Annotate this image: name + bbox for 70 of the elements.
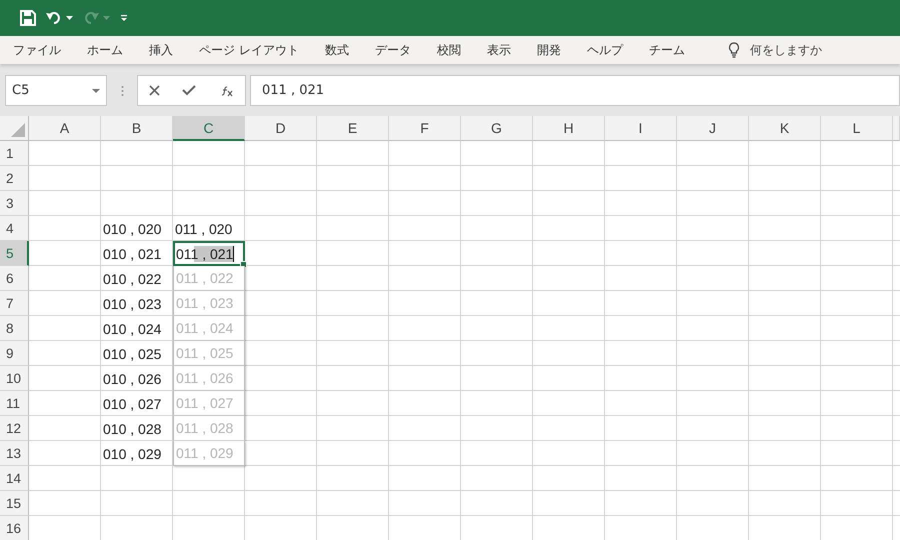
formula-field[interactable]: 011 , 021 bbox=[250, 75, 900, 106]
row-header[interactable]: 13 bbox=[0, 441, 29, 466]
column-header[interactable]: J bbox=[677, 116, 749, 141]
column-header[interactable]: I bbox=[605, 116, 677, 141]
flash-fill-preview: 011 , 027 bbox=[173, 391, 245, 416]
ribbon-tab[interactable]: 開発 bbox=[528, 36, 570, 64]
undo-icon[interactable] bbox=[46, 11, 62, 25]
row-header[interactable]: 16 bbox=[0, 516, 29, 540]
column-header[interactable]: A bbox=[29, 116, 101, 141]
row-header[interactable]: 15 bbox=[0, 491, 29, 516]
table-cell-text: 010 , 025 bbox=[102, 344, 162, 364]
ribbon-tab[interactable]: 表示 bbox=[478, 36, 520, 64]
table-cell-text: 010 , 028 bbox=[102, 420, 162, 438]
customize-icon[interactable] bbox=[120, 14, 128, 22]
row-header[interactable]: 9 bbox=[0, 341, 29, 366]
flash-fill-preview: 011 , 025 bbox=[173, 341, 245, 366]
flash-fill-preview: 011 , 022 bbox=[173, 266, 245, 291]
caret-icon[interactable] bbox=[66, 16, 73, 20]
table-cell-text: 010 , 023 bbox=[102, 294, 162, 314]
column-header[interactable]: H bbox=[533, 116, 605, 141]
ribbon-tab[interactable]: 数式 bbox=[316, 36, 358, 64]
lightbulb-icon bbox=[728, 42, 740, 58]
name-box[interactable]: C5 bbox=[5, 75, 107, 106]
ribbon-tab[interactable]: ページ レイアウト bbox=[190, 36, 308, 64]
ribbon-tab[interactable]: ヘルプ bbox=[578, 36, 632, 64]
column-header[interactable]: K bbox=[749, 116, 821, 141]
row-header[interactable]: 10 bbox=[0, 366, 29, 391]
flash-fill-preview: 011 , 029 bbox=[173, 441, 245, 466]
row-header[interactable]: 3 bbox=[0, 191, 29, 216]
flash-fill-preview: 011 , 023 bbox=[173, 291, 245, 316]
cancel-icon[interactable] bbox=[149, 85, 160, 96]
row-header[interactable]: 7 bbox=[0, 291, 29, 316]
enter-icon[interactable] bbox=[182, 85, 196, 96]
dropdown-icon[interactable] bbox=[92, 88, 100, 92]
column-header[interactable]: F bbox=[389, 116, 461, 141]
table-cell-text: 010 , 027 bbox=[102, 394, 162, 414]
flash-fill-preview: 011 , 026 bbox=[173, 366, 245, 391]
column-header[interactable]: D bbox=[245, 116, 317, 141]
flash-fill-preview: 011 , 024 bbox=[173, 316, 245, 341]
row-header[interactable]: 6 bbox=[0, 266, 29, 291]
row-header[interactable]: 14 bbox=[0, 466, 29, 491]
ribbon-tab[interactable]: 校閲 bbox=[428, 36, 470, 64]
table-cell-text: 010 , 026 bbox=[102, 370, 162, 388]
ribbon-tab[interactable]: チーム bbox=[640, 36, 694, 64]
grip-icon[interactable] bbox=[120, 84, 124, 96]
ribbon-tab[interactable]: ファイル bbox=[4, 36, 70, 64]
ribbon-tab[interactable]: ホーム bbox=[78, 36, 132, 64]
save-icon[interactable] bbox=[20, 10, 36, 26]
column-header[interactable]: G bbox=[461, 116, 533, 141]
table-cell-text: 010 , 029 bbox=[102, 444, 162, 464]
column-header[interactable]: E bbox=[317, 116, 389, 141]
row-header[interactable]: 1 bbox=[0, 141, 29, 166]
row-header[interactable]: 12 bbox=[0, 416, 29, 441]
column-header[interactable]: L bbox=[821, 116, 893, 141]
table-cell-text: 010 , 020 bbox=[102, 220, 162, 238]
table-cell-text: 010 , 024 bbox=[102, 320, 162, 338]
ribbon-tab[interactable]: 挿入 bbox=[140, 36, 182, 64]
ribbon-tab[interactable]: データ bbox=[366, 36, 420, 64]
row-header[interactable]: 11 bbox=[0, 391, 29, 416]
table-cell-text: 010 , 021 bbox=[102, 244, 162, 264]
tell-me-field[interactable]: 何をしますか bbox=[750, 42, 822, 58]
flash-fill-preview: 011 , 028 bbox=[173, 416, 245, 441]
row-header[interactable]: 5 bbox=[0, 241, 29, 266]
row-header[interactable]: 4 bbox=[0, 216, 29, 241]
table-cell-text: 010 , 022 bbox=[102, 270, 162, 288]
column-header[interactable]: B bbox=[101, 116, 173, 141]
column-header[interactable]: C bbox=[173, 116, 245, 141]
row-header[interactable]: 8 bbox=[0, 316, 29, 341]
row-header[interactable]: 2 bbox=[0, 166, 29, 191]
table-cell-text: 011 , 020 bbox=[174, 220, 234, 238]
